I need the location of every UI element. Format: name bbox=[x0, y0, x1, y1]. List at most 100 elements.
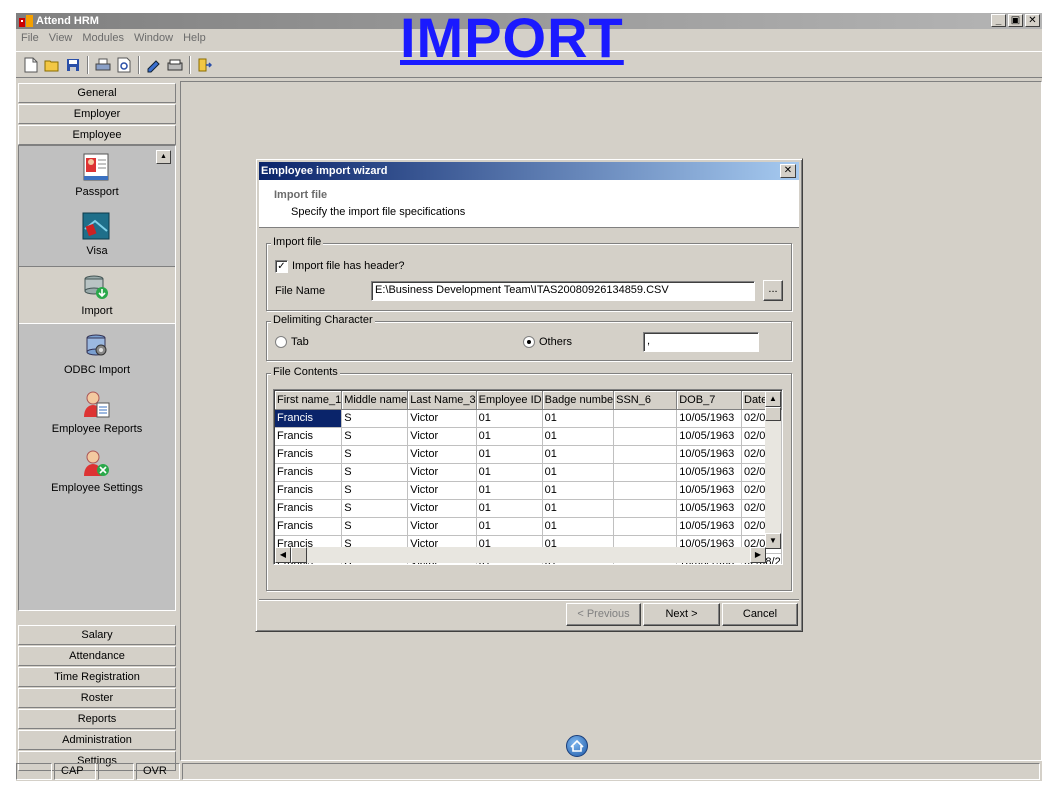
nav-employee[interactable]: Employee bbox=[18, 125, 176, 145]
scroll-left-button[interactable]: ◀ bbox=[275, 547, 291, 563]
table-cell[interactable]: Victor bbox=[407, 517, 477, 536]
minimize-button[interactable]: _ bbox=[991, 14, 1006, 27]
table-cell[interactable]: S bbox=[341, 481, 409, 500]
table-cell[interactable] bbox=[613, 499, 678, 518]
table-cell[interactable]: 01 bbox=[542, 481, 615, 500]
menu-window[interactable]: Window bbox=[129, 30, 178, 48]
table-cell[interactable]: 10/05/1963 bbox=[676, 463, 742, 482]
scroll-down-button[interactable]: ▼ bbox=[765, 533, 781, 549]
table-cell[interactable]: Francis bbox=[275, 463, 343, 482]
menu-help[interactable]: Help bbox=[178, 30, 211, 48]
table-cell[interactable]: 01 bbox=[476, 463, 543, 482]
table-cell[interactable]: S bbox=[341, 427, 409, 446]
scroll-up-button[interactable]: ▲ bbox=[765, 391, 781, 407]
nav-salary[interactable]: Salary bbox=[18, 625, 176, 645]
menu-modules[interactable]: Modules bbox=[77, 30, 129, 48]
save-icon[interactable] bbox=[64, 56, 82, 74]
table-cell[interactable]: S bbox=[341, 409, 409, 428]
table-cell[interactable]: 01 bbox=[542, 517, 615, 536]
table-cell[interactable] bbox=[613, 445, 678, 464]
nav-reports[interactable]: Reports bbox=[18, 709, 176, 729]
restore-button[interactable]: ▣ bbox=[1008, 14, 1023, 27]
nav-item-visa[interactable]: Visa bbox=[19, 207, 175, 265]
table-cell[interactable]: 10/05/1963 bbox=[676, 409, 742, 428]
table-cell[interactable]: 10/05/1963 bbox=[676, 445, 742, 464]
nav-administration[interactable]: Administration bbox=[18, 730, 176, 750]
column-header[interactable]: Last Name_3 bbox=[407, 391, 477, 410]
table-cell[interactable]: 01 bbox=[542, 427, 615, 446]
table-cell[interactable]: 10/05/1963 bbox=[676, 481, 742, 500]
table-cell[interactable]: S bbox=[341, 499, 409, 518]
grid-horizontal-scrollbar[interactable]: ◀ ▶ bbox=[275, 547, 766, 563]
print-preview-icon[interactable] bbox=[115, 56, 133, 74]
table-cell[interactable]: 01 bbox=[476, 427, 543, 446]
file-contents-grid[interactable]: First name_1 Middle name Last Name_3 Emp… bbox=[273, 389, 783, 565]
nav-employer[interactable]: Employer bbox=[18, 104, 176, 124]
column-header[interactable]: Badge numbe bbox=[542, 391, 615, 410]
column-header[interactable]: DOB_7 bbox=[676, 391, 742, 410]
column-header[interactable]: SSN_6 bbox=[613, 391, 678, 410]
table-row[interactable]: FrancisSVictor010110/05/196302/08/2 bbox=[275, 517, 782, 536]
table-cell[interactable]: 10/05/1963 bbox=[676, 517, 742, 536]
nav-attendance[interactable]: Attendance bbox=[18, 646, 176, 666]
home-icon[interactable] bbox=[566, 735, 588, 757]
scanner-icon[interactable] bbox=[166, 56, 184, 74]
others-delimiter-field[interactable]: , bbox=[643, 332, 759, 352]
scroll-thumb[interactable] bbox=[765, 407, 781, 421]
menu-file[interactable]: File bbox=[16, 30, 44, 48]
has-header-checkbox[interactable]: ✓ bbox=[275, 260, 288, 273]
column-header[interactable]: First name_1 bbox=[275, 391, 343, 410]
scroll-right-button[interactable]: ▶ bbox=[750, 547, 766, 563]
table-row[interactable]: FrancisSVictor010110/05/196302/08/2 bbox=[275, 463, 782, 482]
nav-item-employee-reports[interactable]: Employee Reports bbox=[19, 385, 175, 443]
nav-item-import[interactable]: Import bbox=[19, 266, 175, 324]
table-cell[interactable]: 01 bbox=[476, 481, 543, 500]
close-window-button[interactable]: ✕ bbox=[1025, 14, 1040, 27]
nav-item-passport[interactable]: Passport bbox=[19, 148, 175, 206]
table-cell[interactable]: Francis bbox=[275, 445, 343, 464]
cancel-button[interactable]: Cancel bbox=[722, 603, 798, 626]
edit-icon[interactable] bbox=[145, 56, 163, 74]
table-cell[interactable]: Victor bbox=[407, 445, 477, 464]
next-button[interactable]: Next > bbox=[643, 603, 720, 626]
table-row[interactable]: FrancisSVictor010110/05/196302/08/2 bbox=[275, 409, 782, 428]
table-cell[interactable]: 01 bbox=[542, 463, 615, 482]
previous-button[interactable]: < Previous bbox=[566, 603, 641, 626]
nav-general[interactable]: General bbox=[18, 83, 176, 103]
scroll-thumb[interactable] bbox=[291, 547, 307, 563]
exit-icon[interactable] bbox=[196, 56, 214, 74]
table-cell[interactable] bbox=[613, 409, 678, 428]
table-cell[interactable]: 01 bbox=[542, 409, 615, 428]
table-cell[interactable]: S bbox=[341, 517, 409, 536]
dialog-close-button[interactable]: ✕ bbox=[780, 164, 796, 178]
table-cell[interactable]: 01 bbox=[542, 499, 615, 518]
column-header[interactable]: Employee ID bbox=[476, 391, 543, 410]
table-cell[interactable]: 01 bbox=[542, 445, 615, 464]
table-cell[interactable]: S bbox=[341, 445, 409, 464]
nav-item-employee-settings[interactable]: Employee Settings bbox=[19, 444, 175, 502]
table-cell[interactable] bbox=[613, 463, 678, 482]
table-cell[interactable]: 10/05/1963 bbox=[676, 427, 742, 446]
nav-time-registration[interactable]: Time Registration bbox=[18, 667, 176, 687]
table-cell[interactable]: Francis bbox=[275, 517, 343, 536]
table-row[interactable]: FrancisSVictor010110/05/196302/08/2 bbox=[275, 445, 782, 464]
table-cell[interactable]: Francis bbox=[275, 481, 343, 500]
menu-view[interactable]: View bbox=[44, 30, 78, 48]
table-cell[interactable] bbox=[613, 481, 678, 500]
table-cell[interactable]: 01 bbox=[476, 409, 543, 428]
open-icon[interactable] bbox=[43, 56, 61, 74]
table-cell[interactable]: Victor bbox=[407, 463, 477, 482]
new-icon[interactable] bbox=[22, 56, 40, 74]
table-cell[interactable] bbox=[613, 517, 678, 536]
table-cell[interactable]: Victor bbox=[407, 481, 477, 500]
browse-button[interactable]: ... bbox=[763, 280, 783, 301]
file-name-field[interactable]: E:\Business Development Team\ITAS2008092… bbox=[371, 281, 755, 301]
table-cell[interactable]: 01 bbox=[476, 445, 543, 464]
table-cell[interactable]: Francis bbox=[275, 427, 343, 446]
column-header[interactable]: Middle name bbox=[341, 391, 409, 410]
table-cell[interactable]: 10/05/1963 bbox=[676, 499, 742, 518]
table-cell[interactable]: 01 bbox=[476, 499, 543, 518]
table-cell[interactable]: Victor bbox=[407, 427, 477, 446]
table-cell[interactable]: Victor bbox=[407, 409, 477, 428]
grid-vertical-scrollbar[interactable]: ▲ ▼ bbox=[765, 391, 781, 549]
